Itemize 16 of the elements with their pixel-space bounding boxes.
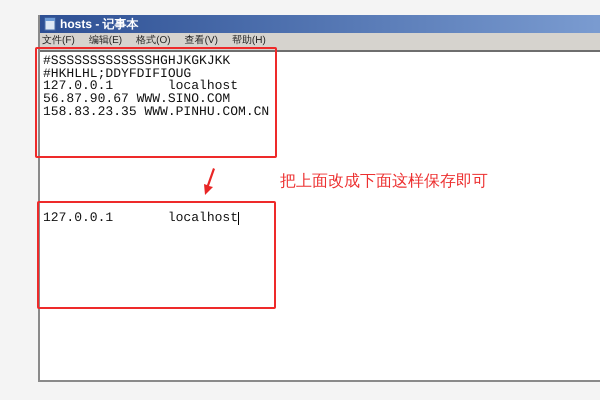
- text-cursor: [238, 212, 240, 225]
- text-line: #SSSSSSSSSSSSSHGHJKGKJKK: [43, 55, 230, 68]
- arrow-icon: [202, 168, 218, 196]
- text-line: 56.87.90.67 WWW.SINO.COM: [43, 93, 230, 106]
- menu-item[interactable]: 查看(V): [184, 36, 218, 46]
- text-line: 127.0.0.1 localhost: [43, 212, 238, 224]
- text-line: #HKHLHL;DDYFDIFIOUG: [43, 68, 192, 80]
- menu-item[interactable]: 编辑(E): [88, 36, 122, 46]
- menu-item[interactable]: 文件(F): [42, 36, 75, 46]
- annotation-text: 把上面改成下面这样保存即可: [280, 172, 488, 192]
- window-title: hosts - 记事本: [60, 18, 139, 30]
- menu-item[interactable]: 格式(O): [136, 36, 171, 46]
- text-line: 158.83.23.35 WWW.PINHU.COM.CN: [43, 106, 270, 119]
- menu-item[interactable]: 帮助(H): [232, 36, 266, 46]
- text-line: 127.0.0.1 localhost: [43, 80, 238, 94]
- notepad-icon: [44, 17, 56, 31]
